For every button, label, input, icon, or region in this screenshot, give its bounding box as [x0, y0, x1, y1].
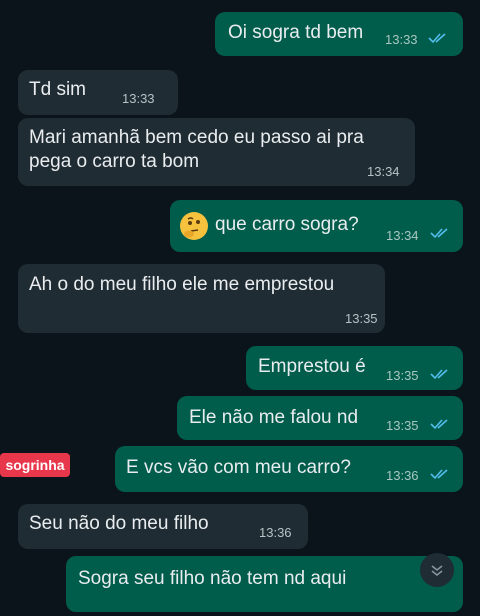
- double-check-icon: [430, 419, 448, 430]
- message-text: Sogra seu filho não tem nd aqui: [78, 568, 347, 589]
- message-bubble-outgoing[interactable]: Sogra seu filho não tem nd aqui: [66, 556, 463, 612]
- thinking-face-emoji: [180, 212, 208, 240]
- message-time: 13:33: [385, 32, 418, 47]
- message-bubble-outgoing[interactable]: Emprestou é 13:35: [246, 346, 463, 390]
- message-time: 13:36: [259, 525, 292, 540]
- message-text: E vcs vão com meu carro?: [126, 457, 351, 478]
- message-bubble-outgoing[interactable]: que carro sogra? 13:34: [170, 200, 463, 252]
- scroll-to-bottom-button[interactable]: [420, 553, 454, 587]
- message-text: Emprestou é: [258, 356, 366, 377]
- message-text: Ah o do meu filho ele me emprestou: [29, 274, 335, 295]
- double-check-icon: [430, 369, 448, 380]
- message-text: Td sim: [29, 79, 86, 100]
- double-check-icon: [430, 228, 448, 239]
- message-text: Seu não do meu filho: [29, 513, 209, 534]
- message-time: 13:35: [386, 418, 419, 433]
- message-text: que carro sogra?: [215, 214, 359, 235]
- double-check-icon: [428, 33, 446, 44]
- message-text: Mari amanhã bem cedo eu passo ai pra peg…: [29, 127, 364, 172]
- message-time: 13:34: [367, 164, 400, 179]
- double-check-icon: [430, 469, 448, 480]
- chevron-down-icon: [431, 565, 443, 577]
- message-time: 13:35: [345, 311, 378, 326]
- message-time: 13:36: [386, 468, 419, 483]
- message-time: 13:35: [386, 368, 419, 383]
- sogrinha-tag: sogrinha: [0, 453, 70, 477]
- message-bubble-incoming[interactable]: Mari amanhã bem cedo eu passo ai pra peg…: [18, 118, 415, 186]
- message-time: 13:34: [386, 228, 419, 243]
- message-text: Oi sogra td bem: [228, 22, 364, 43]
- message-bubble-outgoing[interactable]: E vcs vão com meu carro? 13:36: [115, 446, 463, 492]
- message-text: Ele não me falou nd: [189, 407, 359, 428]
- message-bubble-incoming[interactable]: Td sim 13:33: [18, 70, 178, 115]
- message-time: 13:33: [122, 91, 155, 106]
- message-bubble-outgoing[interactable]: Oi sogra td bem 13:33: [215, 12, 463, 56]
- message-bubble-incoming[interactable]: Ah o do meu filho ele me emprestou 13:35: [18, 264, 385, 333]
- message-bubble-outgoing[interactable]: Ele não me falou nd 13:35: [177, 396, 463, 440]
- message-bubble-incoming[interactable]: Seu não do meu filho 13:36: [18, 504, 308, 549]
